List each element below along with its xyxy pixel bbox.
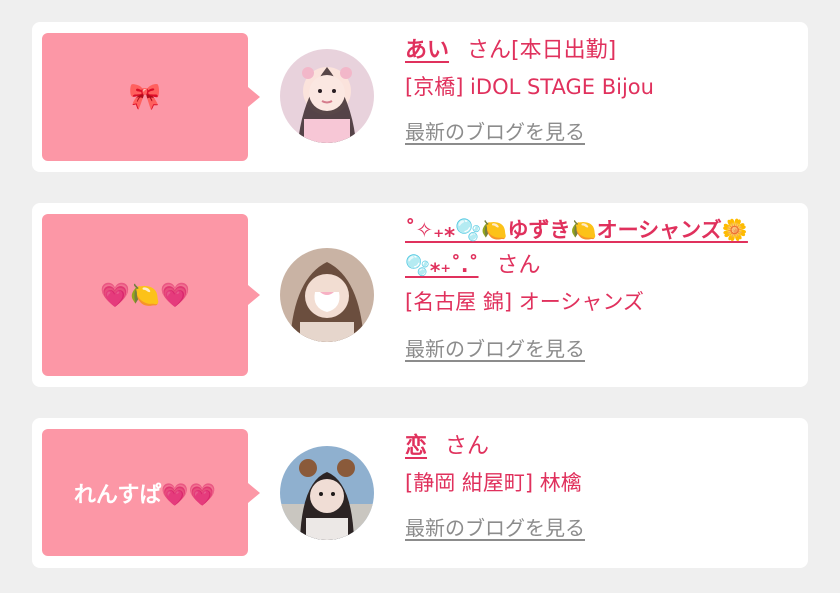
comment-text: 💗🍋💗 <box>100 281 190 309</box>
comment-bubble: れんすぱ💗💗 <box>42 429 260 556</box>
shop-info: [京橋] iDOL STAGE Bijou <box>405 75 654 99</box>
avatar[interactable] <box>280 49 374 143</box>
avatar[interactable] <box>280 446 374 540</box>
comment-text: れんすぱ💗💗 <box>73 482 217 508</box>
therapist-card: れんすぱ💗💗 恋さん [静岡 紺屋町] 林檎 最新のブログを見る <box>32 418 808 568</box>
honorific: さん[本日出勤] <box>467 38 617 63</box>
avatar[interactable] <box>280 248 374 342</box>
latest-blog-link[interactable]: 最新のブログを見る <box>405 116 585 145</box>
name-line: ˚✧₊⁎🫧🍋ゆずき🍋オーシャンズ🌼 <box>405 215 800 246</box>
honorific: さん <box>445 434 490 459</box>
shop-info: [静岡 紺屋町] 林檎 <box>405 471 582 495</box>
honorific: さん <box>496 253 541 278</box>
therapist-name-link-cont[interactable]: 🫧⁎₊˚.˚ <box>405 253 479 277</box>
therapist-info: ˚✧₊⁎🫧🍋ゆずき🍋オーシャンズ🌼 🫧⁎₊˚.˚ さん [名古屋 錦] オーシャン… <box>405 215 800 362</box>
comment-text: 🎀 <box>128 82 162 112</box>
comment-bubble: 🎀 <box>42 33 260 161</box>
therapist-info: 恋さん [静岡 紺屋町] 林檎 最新のブログを見る <box>405 432 800 541</box>
therapist-name-link[interactable]: ˚✧₊⁎🫧🍋ゆずき🍋オーシャンズ🌼 <box>405 218 748 242</box>
shop-info: [名古屋 錦] オーシャンズ <box>405 290 644 314</box>
name-line: あい さん[本日出勤] <box>405 36 800 66</box>
therapist-card: 🎀 あい さん[本日出勤] [京橋] iDOL STAGE Bijou 最新のブロ… <box>32 22 808 172</box>
latest-blog-link[interactable]: 最新のブログを見る <box>405 333 585 362</box>
name-line: 恋さん <box>405 432 800 462</box>
therapist-card: 💗🍋💗 ˚✧₊⁎🫧🍋ゆずき🍋オーシャンズ🌼 🫧⁎₊˚.˚ さん [名古屋 錦] オ… <box>32 203 808 387</box>
therapist-info: あい さん[本日出勤] [京橋] iDOL STAGE Bijou 最新のブログを… <box>405 36 800 145</box>
latest-blog-link[interactable]: 最新のブログを見る <box>405 512 585 541</box>
name-line: 🫧⁎₊˚.˚ さん <box>405 250 800 281</box>
therapist-name-link[interactable]: 恋 <box>405 434 427 459</box>
comment-bubble: 💗🍋💗 <box>42 214 260 376</box>
therapist-name-link[interactable]: あい <box>405 38 449 63</box>
